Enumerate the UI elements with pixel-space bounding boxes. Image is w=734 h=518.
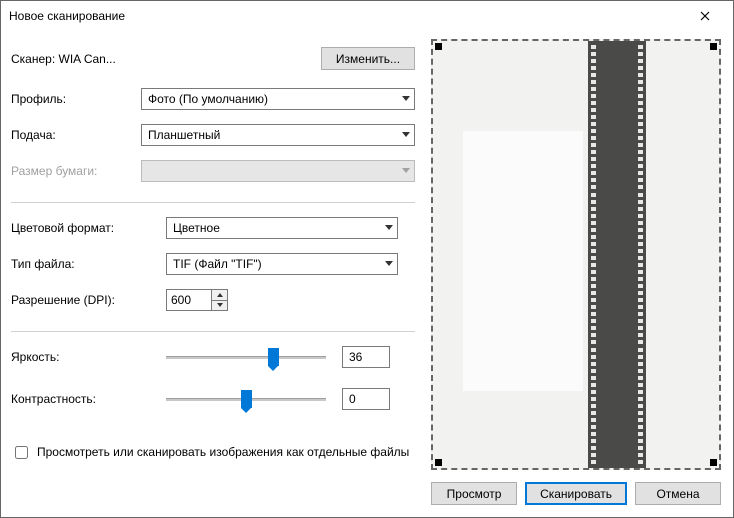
crop-handle-tl[interactable] bbox=[435, 43, 442, 50]
brightness-value[interactable]: 36 bbox=[342, 346, 390, 368]
settings-panel: Сканер: WIA Can... Изменить... Профиль: … bbox=[11, 39, 415, 505]
titlebar: Новое сканирование bbox=[1, 1, 733, 31]
window-title: Новое сканирование bbox=[9, 9, 685, 23]
chevron-down-icon bbox=[385, 225, 393, 231]
brightness-label: Яркость: bbox=[11, 350, 166, 364]
color-format-label: Цветовой формат: bbox=[11, 221, 166, 235]
scan-dialog: Новое сканирование Сканер: WIA Can... Из… bbox=[0, 0, 734, 518]
profile-select[interactable]: Фото (По умолчанию) bbox=[141, 88, 415, 110]
slider-track bbox=[166, 356, 326, 359]
cancel-button[interactable]: Отмена bbox=[635, 482, 721, 505]
separator bbox=[11, 331, 415, 332]
chevron-down-icon bbox=[402, 132, 410, 138]
separate-files-checkbox[interactable] bbox=[15, 446, 28, 459]
dpi-spinner[interactable] bbox=[166, 289, 228, 311]
action-buttons: Просмотр Сканировать Отмена bbox=[431, 482, 721, 505]
slider-thumb[interactable] bbox=[241, 390, 252, 408]
slider-thumb[interactable] bbox=[268, 348, 279, 366]
profile-label: Профиль: bbox=[11, 92, 141, 106]
crop-handle-tr[interactable] bbox=[710, 43, 717, 50]
crop-handle-br[interactable] bbox=[710, 459, 717, 466]
source-select[interactable]: Планшетный bbox=[141, 124, 415, 146]
brightness-slider[interactable] bbox=[166, 346, 326, 368]
paper-size-select bbox=[141, 160, 415, 182]
close-icon bbox=[700, 11, 710, 21]
dpi-step-up[interactable] bbox=[212, 290, 227, 301]
profile-value: Фото (По умолчанию) bbox=[148, 92, 268, 106]
contrast-slider[interactable] bbox=[166, 388, 326, 410]
chevron-down-icon bbox=[385, 261, 393, 267]
chevron-up-icon bbox=[217, 293, 223, 297]
separate-files-label: Просмотреть или сканировать изображения … bbox=[37, 444, 409, 460]
chevron-down-icon bbox=[402, 96, 410, 102]
source-value: Планшетный bbox=[148, 128, 220, 142]
chevron-down-icon bbox=[217, 303, 223, 307]
scanner-label: Сканер: WIA Can... bbox=[11, 52, 321, 66]
dpi-input[interactable] bbox=[167, 290, 211, 310]
color-format-value: Цветное bbox=[173, 221, 220, 235]
file-type-select[interactable]: TIF (Файл "TIF") bbox=[166, 253, 398, 275]
file-type-label: Тип файла: bbox=[11, 257, 166, 271]
preview-area[interactable] bbox=[431, 39, 721, 470]
separator bbox=[11, 202, 415, 203]
crop-handle-bl[interactable] bbox=[435, 459, 442, 466]
close-button[interactable] bbox=[685, 2, 725, 30]
chevron-down-icon bbox=[402, 168, 410, 174]
color-format-select[interactable]: Цветное bbox=[166, 217, 398, 239]
contrast-label: Контрастность: bbox=[11, 392, 166, 406]
preview-panel: Просмотр Сканировать Отмена bbox=[431, 39, 721, 505]
scan-button[interactable]: Сканировать bbox=[525, 482, 627, 505]
preview-background bbox=[463, 131, 583, 391]
change-scanner-button[interactable]: Изменить... bbox=[321, 47, 415, 70]
contrast-value[interactable]: 0 bbox=[342, 388, 390, 410]
content-area: Сканер: WIA Can... Изменить... Профиль: … bbox=[1, 31, 733, 517]
paper-size-label: Размер бумаги: bbox=[11, 164, 141, 178]
dpi-step-down[interactable] bbox=[212, 301, 227, 311]
preview-button[interactable]: Просмотр bbox=[431, 482, 517, 505]
file-type-value: TIF (Файл "TIF") bbox=[173, 257, 262, 271]
source-label: Подача: bbox=[11, 128, 141, 142]
dpi-label: Разрешение (DPI): bbox=[11, 293, 166, 307]
film-strip bbox=[588, 41, 646, 468]
